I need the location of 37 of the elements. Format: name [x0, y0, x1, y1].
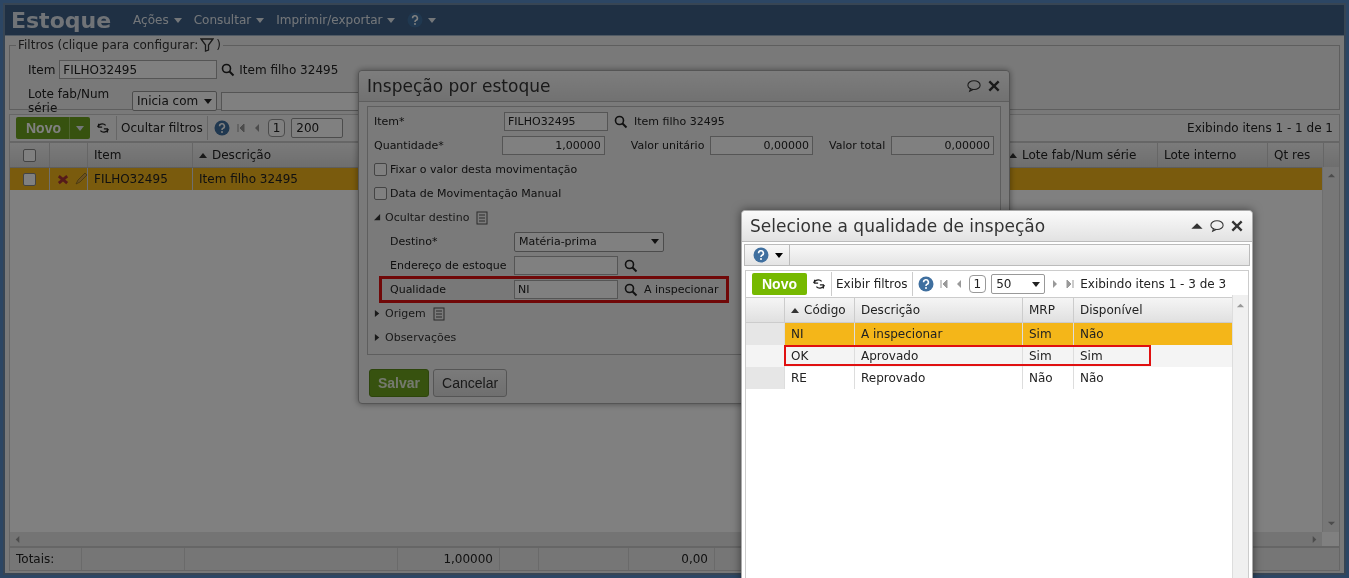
table-cell: Reprovado [861, 371, 926, 385]
table-cell: Sim [1080, 349, 1103, 363]
dialog-title: Inspeção por estoque [367, 76, 552, 96]
items-count: Exibindo itens 1 - 3 de 3 [1080, 277, 1227, 291]
table-cell: Sim [1029, 349, 1052, 363]
checkbox-label: Fixar o valor desta movimentação [390, 163, 578, 176]
field-label: Endereço de estoque [389, 259, 508, 272]
table-cell: Não [1029, 371, 1053, 385]
total-quantity: 1,00000 [443, 552, 493, 566]
field-label: Item [28, 62, 56, 77]
item-lookup-text: Item filho 32495 [239, 62, 339, 77]
table-cell: A inspecionar [861, 327, 943, 341]
app-title: Estoque [11, 7, 112, 33]
filter-legend-end: ) [216, 38, 221, 52]
item-lookup-text: Item filho 32495 [634, 115, 725, 128]
dialog-title: Selecione a qualidade de inspeção [750, 216, 1047, 236]
table-cell: OK [791, 349, 809, 363]
field-label: Destino* [389, 235, 439, 248]
items-count: Exibindo itens 1 - 1 de 1 [1187, 121, 1333, 135]
table-cell: Aprovado [861, 349, 919, 363]
lookup-text: A inspecionar [644, 283, 719, 296]
table-cell: NI [791, 327, 804, 341]
checkbox-label: Data de Movimentação Manual [390, 187, 562, 200]
table-cell: Sim [1029, 327, 1052, 341]
field-label: Qualidade [389, 283, 447, 296]
table-cell: Item filho 32495 [199, 172, 298, 186]
table-cell: Não [1080, 371, 1104, 385]
field-label: Valor total [829, 139, 886, 152]
totals-label: Totais: [16, 552, 55, 566]
table-cell: RE [791, 371, 807, 385]
field-label: Lote fab/Num série [28, 87, 111, 115]
field-label: Item* [374, 115, 406, 128]
table-cell: Não [1080, 327, 1104, 341]
field-label: Quantidade* [374, 139, 445, 152]
field-label: Valor unitário [630, 139, 705, 152]
total-value: 0,00 [681, 552, 708, 566]
table-cell: FILHO32495 [94, 172, 168, 186]
